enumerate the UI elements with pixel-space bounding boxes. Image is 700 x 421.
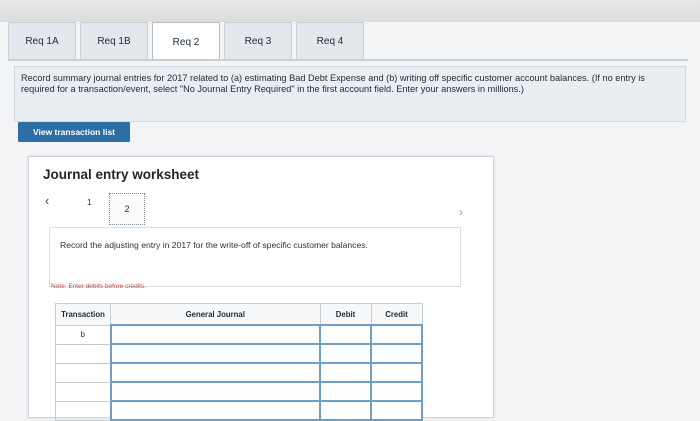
account-input[interactable] [109,381,321,402]
credit-input[interactable] [370,381,423,402]
table-row [55,381,423,402]
top-bar [0,0,700,22]
tab-divider [8,59,688,61]
col-transaction: Transaction [55,303,111,326]
transaction-cell: b [55,324,111,345]
table-row [55,362,423,383]
transaction-cell [55,362,111,383]
tab-req-3[interactable]: Req 3 [224,22,292,59]
col-debit: Debit [319,303,372,326]
instructions-box: Record summary journal entries for 2017 … [14,66,686,122]
col-credit: Credit [370,303,423,326]
col-general-journal: General Journal [110,303,321,326]
page-2-label: 2 [124,204,130,214]
page-button-1[interactable]: 1 [87,197,92,207]
journal-entry-worksheet: Journal entry worksheet ‹ 1 2 › Record t… [28,156,494,421]
credit-input[interactable] [370,343,423,364]
chevron-right-icon[interactable]: › [459,205,463,219]
worksheet-title: Journal entry worksheet [43,167,200,182]
table-row: b [55,324,423,345]
entry-description: Record the adjusting entry in 2017 for t… [60,240,368,250]
debit-input[interactable] [319,343,372,364]
debit-input[interactable] [319,400,372,421]
tab-req-1a[interactable]: Req 1A [8,22,76,59]
instructions-text: Record summary journal entries for 2017 … [21,73,645,94]
chevron-left-icon[interactable]: ‹ [45,193,49,208]
credit-input[interactable] [370,400,423,421]
debit-credit-note: Note: Enter debits before credits. [51,283,147,290]
account-input[interactable] [109,400,321,421]
account-input[interactable] [109,362,321,383]
page-button-2[interactable]: 2 [109,193,145,225]
credit-input[interactable] [370,324,423,345]
transaction-cell [55,400,111,421]
requirement-tabs: Req 1A Req 1B Req 2 Req 3 Req 4 [8,22,688,61]
account-input[interactable] [109,324,321,345]
debit-input[interactable] [319,381,372,402]
tab-req-2[interactable]: Req 2 [152,22,220,61]
tab-req-1b[interactable]: Req 1B [80,22,148,59]
entry-description-box: Record the adjusting entry in 2017 for t… [49,227,461,287]
tab-req-4[interactable]: Req 4 [296,22,364,59]
journal-entry-table: Transaction General Journal Debit Credit… [55,303,423,421]
transaction-cell [55,381,111,402]
transaction-cell [55,343,111,364]
debit-input[interactable] [319,362,372,383]
account-input[interactable] [109,343,321,364]
table-row [55,400,423,421]
table-row [55,343,423,364]
view-transaction-list-button[interactable]: View transaction list [18,122,130,142]
credit-input[interactable] [370,362,423,383]
debit-input[interactable] [319,324,372,345]
